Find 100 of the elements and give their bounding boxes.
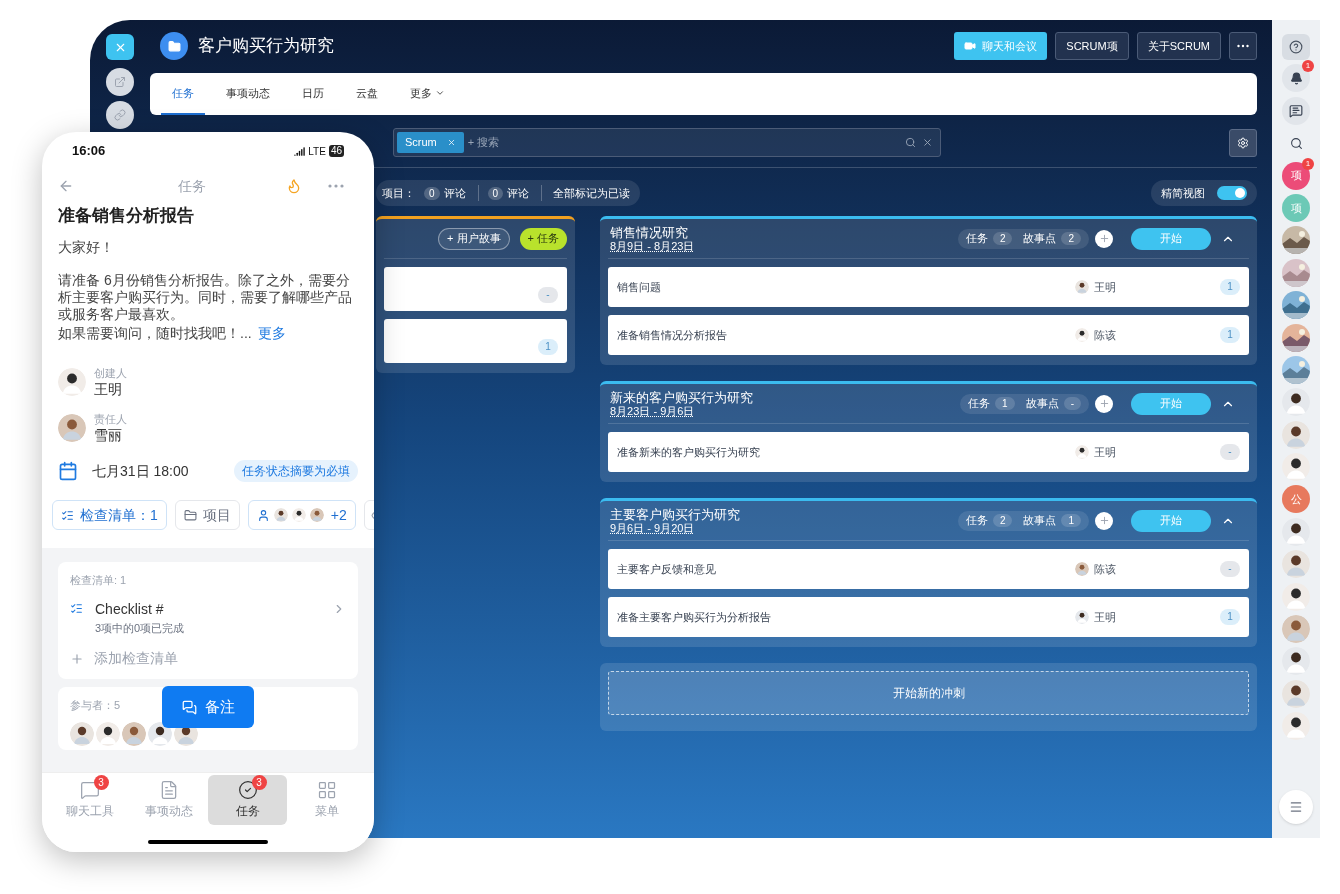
section-heading: 检查清单: 1 [70,573,128,588]
header-button[interactable]: SCRUM项 [1055,32,1129,60]
notification-badge: 1 [1302,157,1314,170]
stat-label: 故事点 [1023,231,1057,247]
task-name: 准备销售情况分析报告 [617,327,727,343]
compact-view-toggle[interactable]: 精简视图 [1151,180,1257,206]
stat-label: 故事点 [1025,396,1059,412]
help-button[interactable] [1282,34,1310,60]
avatar [1282,517,1310,546]
calendar-icon [58,461,78,481]
search-input[interactable]: + 搜索 [467,134,905,151]
members-chip[interactable]: +2 [247,500,356,530]
toggle-label: 精简视图 [1161,185,1205,201]
task-row[interactable]: - [384,267,567,311]
search-icon [1289,136,1303,150]
avatar [273,508,288,522]
more-link[interactable]: 更多 [257,323,286,344]
plus-icon [1098,233,1110,244]
project-chip[interactable]: 项目 [174,500,240,530]
checklist-icon [61,508,74,522]
avatar [1075,445,1089,459]
task-name: 准备主要客户购买行为分析报告 [617,609,771,625]
counter-label: 项目： [382,185,415,201]
task-row[interactable]: 销售问题 王明 1 [608,267,1249,307]
project-avatar[interactable]: 公 [1282,485,1310,514]
task-row[interactable]: 准备主要客户购买行为分析报告 王明 1 [608,597,1249,637]
caret-icon [435,88,445,98]
header-button[interactable]: 关于SCRUM [1136,32,1221,60]
task-row[interactable]: 准备新来的客户购买行为研究 王明 - [608,432,1249,472]
checklist-item[interactable]: Checklist # 3项中的0项已完成 [70,598,346,636]
new-sprint-button[interactable]: 开始新的冲刺 [608,671,1249,715]
nav-tab[interactable]: 事项动态 [129,775,208,825]
story-points: 1 [1220,279,1240,295]
story-points: 1 [1220,327,1240,343]
checklist-chip[interactable]: 检查清单：1 [52,500,167,530]
story-points: 1 [1220,609,1240,625]
task-name: 主要客户反馈和意见 [617,561,716,577]
avatar [1075,328,1089,342]
avatar [96,721,120,746]
folder-icon [183,508,197,522]
tab[interactable]: 事项动态 [215,73,281,115]
add-checklist-button[interactable]: 添加检查清单 [70,648,346,669]
stat-count: 2 [992,232,1013,245]
tab[interactable]: 日历 [291,73,335,115]
chat-button[interactable] [1282,96,1310,125]
window-title: 客户购买行为研究 [198,35,334,58]
story-points: - [538,287,558,303]
avatar [309,508,324,522]
sprint-dates: 8月9日 - 8月23日 [610,239,695,253]
tab[interactable]: 更多 [399,73,456,115]
nav-tab[interactable]: 聊天工具 3 [50,775,129,825]
more-icon [328,184,344,188]
add-item-button[interactable]: + 用户故事 [438,227,510,250]
copy-link-button[interactable] [106,101,134,129]
settings-button[interactable] [1229,128,1257,157]
link-icon [114,109,126,121]
avatar [1282,388,1310,417]
close-button[interactable] [106,34,134,60]
avatar [1075,280,1089,294]
avatar [58,414,86,442]
assignee-name: 陈该 [1094,327,1116,343]
comment-button[interactable]: 备注 [162,686,254,728]
avatar [1282,679,1310,708]
avatar [1282,615,1310,644]
tab[interactable]: 云盘 [345,73,389,115]
network-label: LTE [308,144,326,159]
sprint-title: 新来的客户购买行为研究 [610,389,753,405]
chat-icon [1289,103,1303,118]
avatar [1282,420,1310,449]
search-field[interactable]: Scrum + 搜索 [393,128,941,157]
folder-icon [160,32,188,60]
bell-icon [1289,71,1303,85]
nav-tab[interactable]: 任务 3 [208,775,287,825]
toggle-switch[interactable] [1217,186,1247,200]
nav-tab[interactable]: 菜单 [287,775,366,825]
greeting-text: 大家好！ [58,238,115,256]
sprint-title: 主要客户购买行为研究 [610,506,740,522]
video-icon [964,40,977,52]
task-row[interactable]: 主要客户反馈和意见 陈该 - [608,549,1249,589]
mark-all-read-link[interactable]: 全部标记为已读 [553,184,631,202]
avatar [1282,647,1310,676]
task-row[interactable]: 1 [384,319,567,363]
description-text: 如果需要询问，随时找我吧！... [58,325,252,342]
add-button[interactable] [1095,229,1113,248]
add-button[interactable] [1095,394,1113,413]
open-external-button[interactable] [106,68,134,96]
task-name: 销售问题 [617,279,661,295]
stat-label: 任务 [968,396,991,412]
menu-icon [1289,800,1303,814]
tab[interactable]: 任务 [161,73,205,115]
role-label: 责任人 [94,412,127,426]
task-title: 准备销售分析报告 [58,205,195,227]
sprint-title: 销售情况研究 [610,224,689,240]
avatar [1282,550,1310,579]
add-button[interactable] [1095,511,1113,530]
counter-count: 0 [424,186,440,200]
task-row[interactable]: 准备销售情况分析报告 陈该 1 [608,315,1249,355]
add-item-button[interactable]: + 任务 [519,227,567,250]
more-button[interactable] [1229,32,1257,60]
battery-level: 46 [328,145,344,157]
